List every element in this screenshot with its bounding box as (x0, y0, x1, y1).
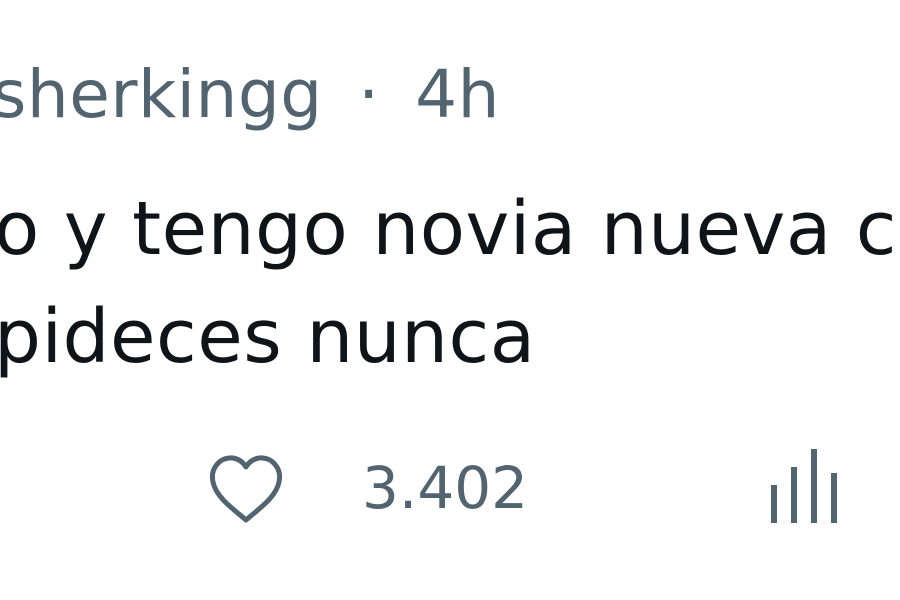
like-button[interactable] (198, 440, 294, 536)
stats-button[interactable] (755, 438, 851, 534)
username[interactable]: sherkingg (0, 50, 323, 140)
post-time[interactable]: 4h (415, 50, 500, 140)
separator-dot: · (358, 56, 380, 133)
post-text-line-2: pideces nunca (0, 294, 536, 380)
post-text-line-1: o y tengo novia nueva che (0, 186, 900, 272)
post-text: o y tengo novia nueva che pideces nunca (0, 175, 900, 391)
like-count[interactable]: 3.402 (362, 448, 528, 528)
post-header: sherkingg · 4h (0, 50, 500, 140)
bar-chart-icon (771, 449, 837, 523)
post-card: sherkingg · 4h o y tengo novia nueva che… (0, 0, 900, 600)
post-actions: 3.402 (0, 430, 900, 540)
heart-icon (209, 455, 283, 523)
